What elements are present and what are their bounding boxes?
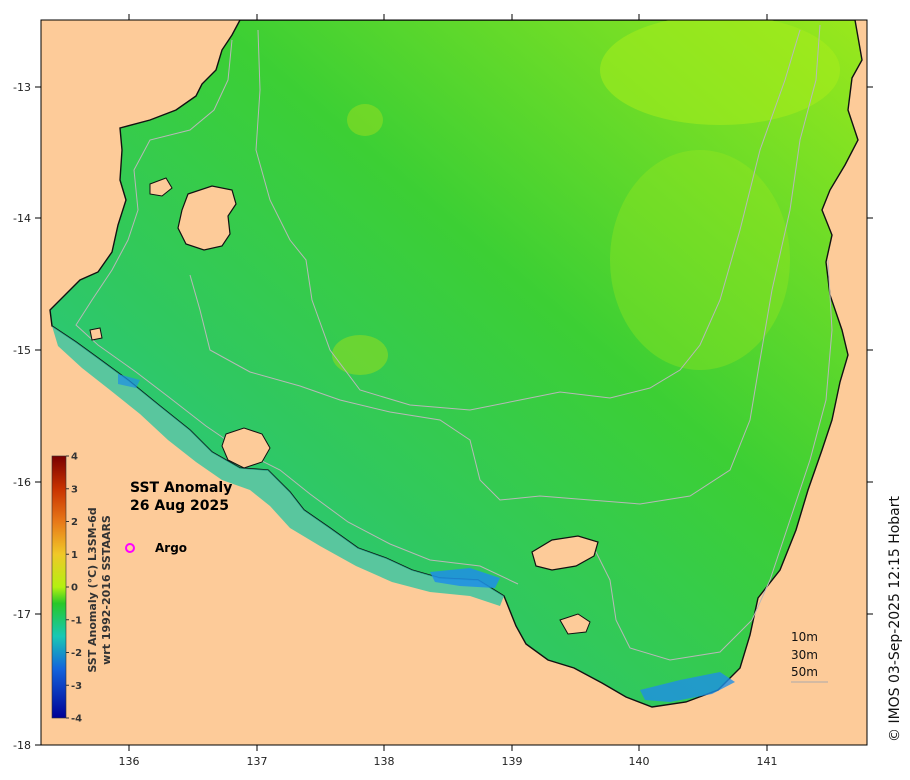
depth-label-50m: 50m (791, 665, 818, 679)
warm-patch-east (610, 150, 790, 370)
colorbar-subtitle: wrt 1992-2016 SSTAARS (100, 515, 113, 665)
y-tick-label: -14 (13, 212, 31, 225)
x-tick-label: 139 (502, 755, 523, 768)
y-tick-label: -13 (13, 81, 31, 94)
y-tick-label: -18 (13, 739, 31, 752)
warm-patch-nw (347, 104, 383, 136)
warm-patch-north (600, 20, 840, 125)
credit-text: © IMOS 03-Sep-2025 12:15 Hobart (887, 495, 903, 742)
colorbar-tick-label: -4 (71, 714, 82, 725)
colorbar-tick-label: 0 (71, 583, 78, 594)
x-tick-label: 138 (374, 755, 395, 768)
sst-anomaly-map: 136 137 138 139 140 141 -13 -14 -15 -16 … (13, 14, 903, 768)
x-tick-label: 140 (629, 755, 650, 768)
x-tick-label: 137 (247, 755, 268, 768)
y-tick-label: -16 (13, 476, 31, 489)
map-title: SST Anomaly (130, 480, 232, 496)
colorbar-tick-label: 4 (71, 452, 78, 463)
y-tick-label: -17 (13, 608, 31, 621)
y-tick-label: -15 (13, 344, 31, 357)
colorbar-tick-label: 2 (71, 517, 78, 528)
island-west-small (89, 327, 103, 341)
depth-label-10m: 10m (791, 630, 818, 644)
colorbar-tick-label: -3 (71, 681, 82, 692)
colorbar-title: SST Anomaly (°C) L3SM-6d (86, 507, 99, 672)
argo-legend-label: Argo (155, 541, 187, 555)
colorbar-tick-label: -2 (71, 648, 82, 659)
x-tick-label: 141 (757, 755, 778, 768)
colorbar-bar (51, 455, 67, 719)
colorbar-tick-label: 1 (71, 550, 78, 561)
map-date: 26 Aug 2025 (130, 498, 229, 514)
colorbar-tick-label: 3 (71, 484, 78, 495)
colorbar-tick-label: -1 (71, 615, 82, 626)
x-tick-label: 136 (119, 755, 140, 768)
warm-patch-center (332, 335, 388, 375)
depth-label-30m: 30m (791, 648, 818, 662)
